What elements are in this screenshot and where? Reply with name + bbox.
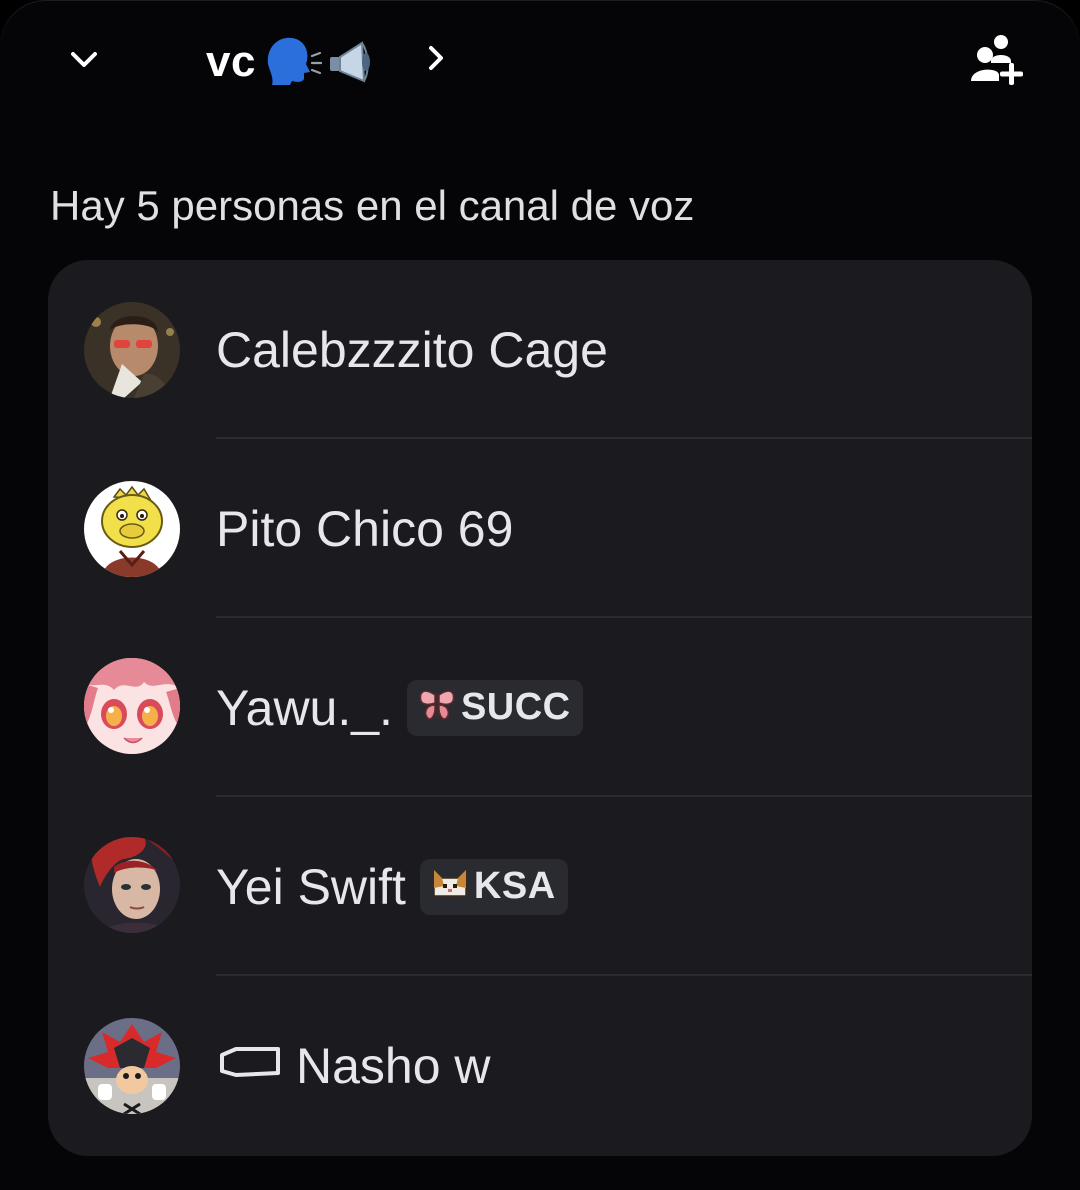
server-tag-text: SUCC: [460, 686, 571, 728]
header: vc: [0, 0, 1080, 120]
member-label: Yei Swift KSA: [216, 858, 568, 916]
voice-member-count: Hay 5 personas en el canal de voz: [50, 182, 695, 229]
speaking-head-icon: [258, 32, 324, 93]
server-tag[interactable]: SUCC: [406, 679, 583, 736]
butterfly-icon: [417, 687, 457, 728]
avatar: [84, 1018, 180, 1114]
list-item[interactable]: Yawu._. SUCC: [48, 618, 1032, 797]
member-name: Yawu._.: [216, 679, 393, 736]
member-name: Calebzzzito Cage: [216, 321, 608, 378]
member-label: Yawu._. SUCC: [216, 679, 583, 737]
speaker-icon: [326, 35, 382, 90]
list-item[interactable]: Nasho w: [48, 976, 1032, 1155]
chevron-down-icon[interactable]: [60, 38, 108, 82]
member-label: Pito Chico 69: [216, 500, 513, 558]
server-tag[interactable]: KSA: [419, 858, 568, 915]
member-name: Nasho w: [296, 1037, 491, 1094]
list-item[interactable]: Yei Swift KSA: [48, 797, 1032, 976]
channel-title[interactable]: vc: [206, 32, 382, 92]
add-people-icon[interactable]: [966, 28, 1030, 92]
avatar: [84, 837, 180, 933]
member-name: Yei Swift: [216, 858, 406, 915]
voice-member-list: Calebzzzito Cage Pito Chico 69 Yawu._. S…: [48, 260, 1032, 1156]
channel-name: vc: [206, 37, 256, 86]
capsule-icon: [216, 1045, 282, 1086]
member-label: Calebzzzito Cage: [216, 321, 608, 379]
avatar: [84, 302, 180, 398]
voice-channel-sheet: vc Hay 5 personas en el canal de voz Cal…: [0, 0, 1080, 1190]
avatar: [84, 481, 180, 577]
server-tag-text: KSA: [473, 865, 556, 907]
cat-icon: [430, 866, 470, 907]
list-item[interactable]: Pito Chico 69: [48, 439, 1032, 618]
list-item[interactable]: Calebzzzito Cage: [48, 260, 1032, 439]
avatar: [84, 658, 180, 754]
member-label: Nasho w: [216, 1037, 491, 1095]
member-name: Pito Chico 69: [216, 500, 514, 557]
chevron-right-icon[interactable]: [416, 36, 456, 80]
